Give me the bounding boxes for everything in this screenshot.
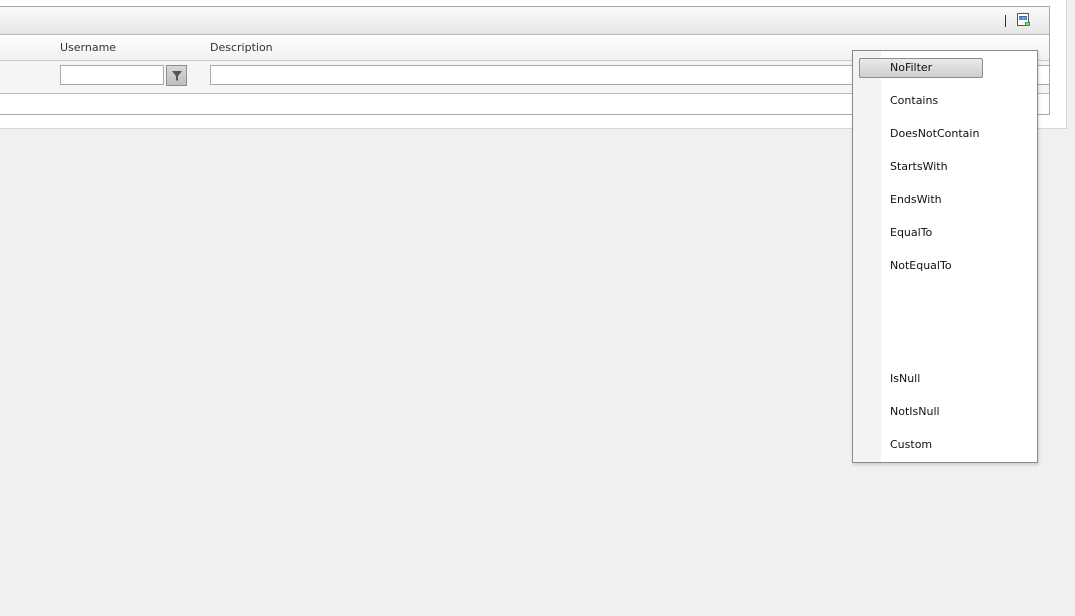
grid-command-bar: CSV [0,7,1049,35]
filter-option-contains[interactable]: Contains [859,91,983,111]
csv-export-icon[interactable]: CSV [1017,13,1031,27]
command-bar-separator [1005,15,1006,27]
username-filter-button[interactable] [166,65,187,86]
filter-option-doesnotcontain[interactable]: DoesNotContain [859,124,983,144]
filter-option-nofilter[interactable]: NoFilter [859,58,983,78]
filter-option-notisnull[interactable]: NotIsNull [859,402,983,422]
column-header-description[interactable]: Description [210,41,273,54]
filter-option-equalto[interactable]: EqualTo [859,223,983,243]
filter-option-endswith[interactable]: EndsWith [859,190,983,210]
filter-icon [172,71,182,81]
filter-option-isnull[interactable]: IsNull [859,369,983,389]
filter-option-notequalto[interactable]: NotEqualTo [859,256,983,276]
username-filter-input[interactable] [60,65,164,85]
column-header-username[interactable]: Username [60,41,116,54]
filter-option-custom[interactable]: Custom [859,435,983,455]
filter-dropdown-menu: NoFilter Contains DoesNotContain StartsW… [852,50,1038,463]
filter-option-startswith[interactable]: StartsWith [859,157,983,177]
svg-text:CSV: CSV [1019,16,1027,20]
